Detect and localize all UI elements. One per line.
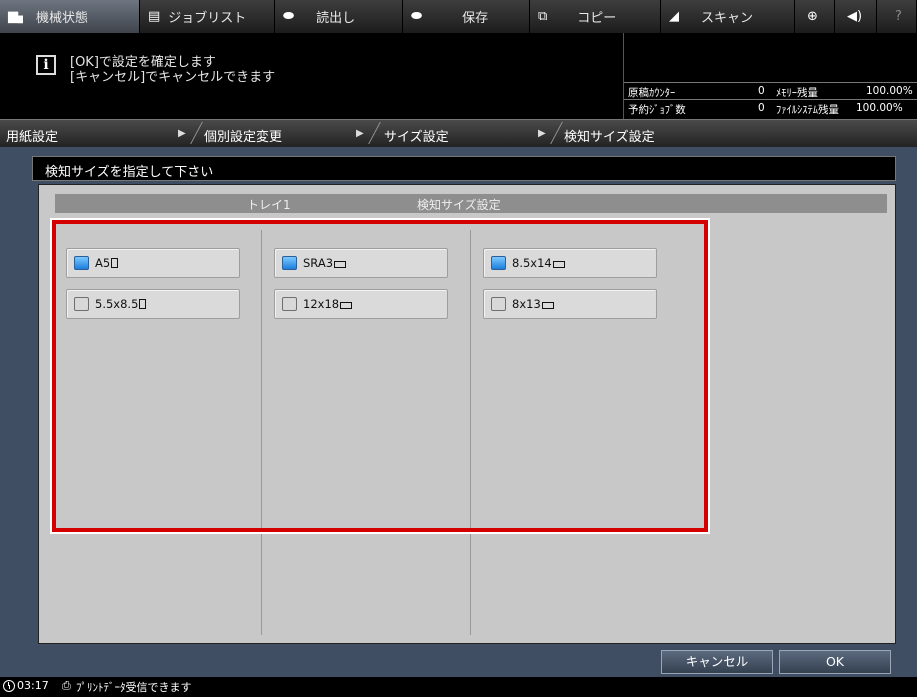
clock-icon [3,680,15,692]
message-line-2: [キャンセル]でキャンセルできます [70,70,276,85]
checkbox-unchecked [74,297,89,311]
cancel-button[interactable]: キャンセル [661,650,773,674]
landscape-orientation-icon [340,302,353,309]
breadcrumb-item-individual-settings: 個別設定変更 [204,130,283,145]
size-label: A5 [95,256,119,270]
tab-job-list[interactable]: ▤ ジョブリスト [140,0,275,33]
size-checkbox-8.5x14[interactable]: 8.5x14 [483,248,657,278]
globe-icon: ⊕ [807,9,818,24]
breadcrumb-item-size-settings: サイズ設定 [384,130,449,145]
job-list-icon: ▤ [148,9,161,24]
tab-label: 読出し [316,11,356,26]
portrait-orientation-icon [111,258,119,268]
tray-column-header: トレイ1 [247,198,291,212]
memory-label: ﾒﾓﾘｰ残量 [776,87,818,99]
landscape-orientation-icon [541,302,554,309]
checkbox-checked [491,256,506,270]
tab-label: 機械状態 [36,11,89,26]
counter-row-1: 原稿ｶｳﾝﾀｰ 0 ﾒﾓﾘｰ残量 100.00% [624,82,917,99]
volume-icon: ◀) [847,9,863,24]
scan-icon: ◢ [669,9,679,24]
size-label: SRA3 [303,256,347,270]
breadcrumb: 用紙設定 ▶ 個別設定変更 ▶ サイズ設定 ▶ 検知サイズ設定 [0,119,917,147]
tab-label: スキャン [701,11,754,26]
help-icon: ? [895,9,902,24]
size-label: 12x18 [303,297,353,311]
top-tab-bar: ▆▖ 機械状態 ▤ ジョブリスト ⬬ 読出し ⬬ 保存 ⧉ コピー ◢ スキャン… [0,0,917,33]
status-bar: 03:17 ⎙ ﾌﾟﾘﾝﾄﾃﾞｰﾀ受信できます [0,677,917,697]
checkbox-checked [74,256,89,270]
message-area: i [OK]で設定を確定します [キャンセル]でキャンセルできます 原稿ｶｳﾝﾀ… [0,33,917,119]
size-checkbox-12x18[interactable]: 12x18 [274,289,448,319]
save-icon: ⬬ [411,9,423,24]
printer-icon: ⎙ [62,679,71,692]
filesystem-value: 100.00% [856,102,903,114]
tab-machine-status[interactable]: ▆▖ 機械状態 [0,0,140,33]
breadcrumb-arrow-icon: ▶ [178,128,186,139]
size-checkbox-a5[interactable]: A5 [66,248,240,278]
status-time: 03:17 [17,679,49,692]
reserved-jobs-value: 0 [758,102,765,114]
tab-label: コピー [577,11,617,26]
help-button[interactable]: ? [877,0,917,33]
instruction-bar: 検知サイズを指定して下さい [32,156,896,181]
machine-status-icon: ▆▖ [8,9,28,24]
breadcrumb-arrow-icon: ▶ [356,128,364,139]
size-checkbox-sra3[interactable]: SRA3 [274,248,448,278]
checkbox-unchecked [491,297,506,311]
reserved-jobs-label: 予約ｼﾞｮﾌﾞ数 [628,104,686,116]
instruction-text: 検知サイズを指定して下さい [45,165,214,180]
checkbox-checked [282,256,297,270]
column-header: トレイ1 検知サイズ設定 [55,194,887,213]
detect-size-column-header: 検知サイズ設定 [417,198,501,212]
size-label: 8x13 [512,297,554,311]
breadcrumb-divider [190,122,203,144]
breadcrumb-divider [550,122,563,144]
landscape-orientation-icon [552,261,565,268]
tab-label: 保存 [462,11,489,26]
original-counter-value: 0 [758,85,765,97]
tab-scan[interactable]: ◢ スキャン [661,0,795,33]
breadcrumb-arrow-icon: ▶ [538,128,546,139]
portrait-orientation-icon [139,299,147,309]
status-message: ﾌﾟﾘﾝﾄﾃﾞｰﾀ受信できます [76,681,192,694]
info-icon: i [36,55,56,75]
recall-icon: ⬬ [283,9,295,24]
tab-copy[interactable]: ⧉ コピー [530,0,661,33]
filesystem-label: ﾌｧｲﾙｼｽﾃﾑ残量 [776,104,839,116]
tab-save[interactable]: ⬬ 保存 [403,0,530,33]
breadcrumb-item-detect-size-settings: 検知サイズ設定 [564,130,655,145]
breadcrumb-divider [368,122,381,144]
size-label: 8.5x14 [512,256,565,270]
size-checkbox-8x13[interactable]: 8x13 [483,289,657,319]
volume-button[interactable]: ◀) [835,0,877,33]
counter-row-2: 予約ｼﾞｮﾌﾞ数 0 ﾌｧｲﾙｼｽﾃﾑ残量 100.00% [624,99,917,116]
breadcrumb-item-paper-settings: 用紙設定 [6,130,59,145]
tab-recall[interactable]: ⬬ 読出し [275,0,403,33]
language-button[interactable]: ⊕ [795,0,835,33]
size-label: 5.5x8.5 [95,297,147,311]
tab-label: ジョブリスト [168,11,247,26]
original-counter-label: 原稿ｶｳﾝﾀｰ [628,87,676,99]
counter-panel: 原稿ｶｳﾝﾀｰ 0 ﾒﾓﾘｰ残量 100.00% 予約ｼﾞｮﾌﾞ数 0 ﾌｧｲﾙ… [623,33,917,119]
settings-content: トレイ1 検知サイズ設定 A5 5.5x8.5 SRA3 12x18 8.5x1… [38,184,896,644]
memory-value: 100.00% [866,85,913,97]
main-panel: 検知サイズを指定して下さい トレイ1 検知サイズ設定 A5 5.5x8.5 SR… [0,147,917,677]
copy-icon: ⧉ [538,9,548,24]
landscape-orientation-icon [334,261,347,268]
checkbox-unchecked [282,297,297,311]
size-checkbox-5.5x8.5[interactable]: 5.5x8.5 [66,289,240,319]
ok-button[interactable]: OK [779,650,891,674]
